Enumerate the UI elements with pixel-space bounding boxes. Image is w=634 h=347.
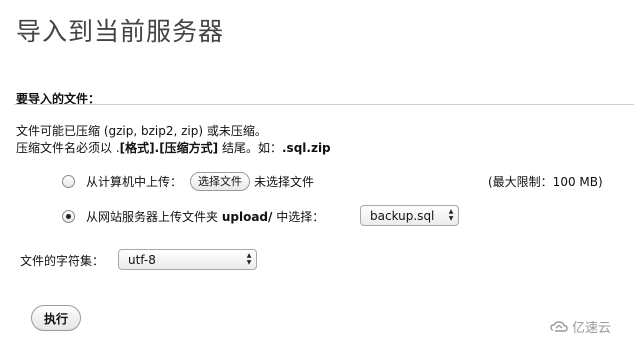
execute-button[interactable]: 执行 bbox=[31, 305, 81, 331]
max-size-limit: (最大限制：100 MB) bbox=[488, 175, 603, 189]
upload-computer-radio[interactable] bbox=[62, 174, 75, 188]
upload-from-computer-option: 从计算机中上传： 选择文件 未选择文件 bbox=[62, 170, 314, 192]
select-arrows-icon: ▲ ▼ bbox=[246, 252, 252, 266]
watermark-text: 亿速云 bbox=[572, 321, 612, 336]
page-title: 导入到当前服务器 bbox=[16, 17, 225, 46]
server-file-value: backup.sql bbox=[370, 208, 435, 223]
watermark: 亿速云 bbox=[550, 317, 611, 336]
upload-server-label: 从网站服务器上传文件夹 upload/ 中选择： bbox=[86, 209, 325, 224]
upload-server-radio[interactable] bbox=[62, 209, 75, 223]
compression-info: 文件可能已压缩 (gzip, bzip2, zip) 或未压缩。 bbox=[16, 124, 267, 138]
charset-value: utf-8 bbox=[128, 252, 156, 267]
choose-file-button[interactable]: 选择文件 bbox=[190, 171, 251, 191]
upload-computer-label: 从计算机中上传： bbox=[86, 174, 183, 189]
section-divider bbox=[14, 104, 634, 105]
filename-info: 压缩文件名必须以 .[格式].[压缩方式] 结尾。如：.sql.zip bbox=[16, 141, 331, 155]
charset-select[interactable]: utf-8 ▲ ▼ bbox=[118, 249, 257, 270]
server-file-select[interactable]: backup.sql ▲ ▼ bbox=[360, 205, 459, 226]
no-file-label: 未选择文件 bbox=[254, 174, 315, 189]
upload-from-server-option: 从网站服务器上传文件夹 upload/ 中选择： bbox=[62, 204, 324, 228]
charset-label: 文件的字符集： bbox=[20, 254, 105, 268]
cloud-logo-icon bbox=[550, 320, 568, 332]
select-arrows-icon: ▲ ▼ bbox=[448, 208, 454, 222]
